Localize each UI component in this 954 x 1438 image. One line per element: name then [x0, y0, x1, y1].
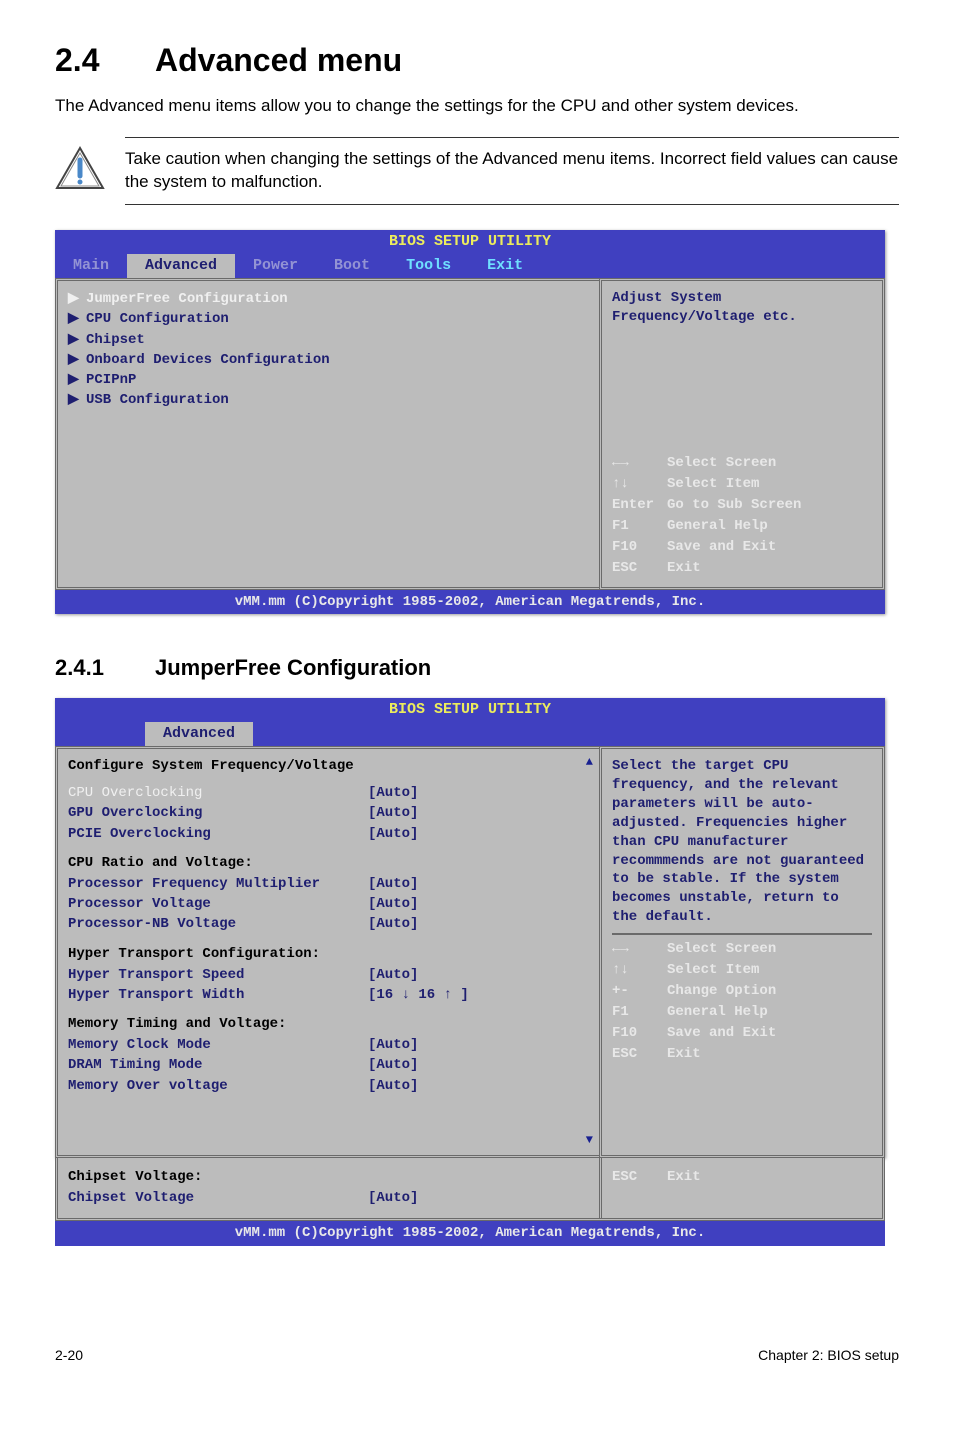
- key-legend: ←→Select Screen ↑↓Select Item +-Change O…: [612, 939, 872, 1065]
- bios-help-panel: Select the target CPU frequency, and the…: [599, 746, 885, 1158]
- chapter-label: Chapter 2: BIOS setup: [758, 1346, 899, 1364]
- scroll-down-icon[interactable]: ▼: [586, 1133, 593, 1149]
- bios-screen-advanced-menu: BIOS SETUP UTILITY Main Advanced Power B…: [55, 230, 885, 614]
- page-footer: 2-20 Chapter 2: BIOS setup: [55, 1346, 899, 1364]
- tab-exit[interactable]: Exit: [469, 254, 541, 279]
- tab-advanced[interactable]: Advanced: [145, 722, 253, 747]
- tab-advanced[interactable]: Advanced: [127, 254, 235, 279]
- caution-icon: [55, 146, 105, 191]
- cfg-chipset-voltage[interactable]: Chipset Voltage[Auto]: [68, 1188, 589, 1208]
- help-text: Select the target CPU frequency, and the…: [612, 757, 872, 935]
- group-memory: Memory Timing and Voltage:: [68, 1015, 589, 1035]
- bios-config-list: ▲ ▼ Configure System Frequency/Voltage C…: [55, 746, 599, 1158]
- cfg-proc-nb-voltage[interactable]: Processor-NB Voltage[Auto]: [68, 914, 589, 934]
- caution-note: Take caution when changing the settings …: [125, 137, 899, 205]
- cfg-ht-width[interactable]: Hyper Transport Width[16 ↓ 16 ↑ ]: [68, 985, 589, 1005]
- cfg-proc-freq-mult[interactable]: Processor Frequency Multiplier[Auto]: [68, 874, 589, 894]
- cfg-mem-clock[interactable]: Memory Clock Mode[Auto]: [68, 1035, 589, 1055]
- bios-help-panel: Adjust System Frequency/Voltage etc. ←→S…: [599, 278, 885, 590]
- overflow-key-hint: ESCExit: [599, 1158, 882, 1218]
- bios-tabs: Main Advanced Power Boot Tools Exit: [55, 254, 885, 279]
- cfg-gpu-overclocking[interactable]: GPU Overclocking[Auto]: [68, 803, 589, 823]
- cfg-ht-speed[interactable]: Hyper Transport Speed[Auto]: [68, 965, 589, 985]
- section-title-text: Advanced menu: [155, 42, 402, 78]
- bios-menu-list: ▶JumperFree Configuration ▶CPU Configura…: [55, 278, 599, 590]
- section-number: 2.4: [55, 40, 155, 82]
- menu-item-onboard[interactable]: ▶Onboard Devices Configuration: [68, 350, 589, 370]
- group-hypertransport: Hyper Transport Configuration:: [68, 945, 589, 965]
- section-heading: 2.4Advanced menu: [55, 40, 899, 82]
- intro-paragraph: The Advanced menu items allow you to cha…: [55, 94, 899, 118]
- tab-main[interactable]: Main: [55, 254, 127, 279]
- bios-title: BIOS SETUP UTILITY: [55, 230, 885, 254]
- menu-item-cpu-config[interactable]: ▶CPU Configuration: [68, 309, 589, 329]
- subsection-number: 2.4.1: [55, 654, 155, 683]
- bios-overflow-panel: Chipset Voltage: Chipset Voltage[Auto] E…: [55, 1158, 885, 1246]
- bios-title: BIOS SETUP UTILITY: [55, 698, 885, 722]
- key-legend: ←→Select Screen ↑↓Select Item EnterGo to…: [612, 453, 872, 579]
- group-cpu-ratio: CPU Ratio and Voltage:: [68, 854, 589, 874]
- menu-item-chipset[interactable]: ▶Chipset: [68, 330, 589, 350]
- cfg-mem-overvolt[interactable]: Memory Over voltage[Auto]: [68, 1076, 589, 1096]
- subsection-title-text: JumperFree Configuration: [155, 655, 431, 680]
- cfg-dram-timing[interactable]: DRAM Timing Mode[Auto]: [68, 1055, 589, 1075]
- tab-power[interactable]: Power: [235, 254, 316, 279]
- subsection-heading: 2.4.1JumperFree Configuration: [55, 654, 899, 683]
- tab-tools[interactable]: Tools: [388, 254, 469, 279]
- bios-screen-jumperfree: BIOS SETUP UTILITY Advanced ▲ ▼ Configur…: [55, 698, 885, 1158]
- bios-tabs: Advanced: [55, 722, 885, 747]
- cfg-pcie-overclocking[interactable]: PCIE Overclocking[Auto]: [68, 824, 589, 844]
- tab-boot[interactable]: Boot: [316, 254, 388, 279]
- config-header: Configure System Frequency/Voltage: [68, 757, 589, 777]
- bios-footer: vMM.mm (C)Copyright 1985-2002, American …: [55, 590, 885, 614]
- scroll-up-icon[interactable]: ▲: [586, 755, 593, 771]
- group-chipset-voltage: Chipset Voltage:: [68, 1168, 589, 1188]
- menu-item-pcipnp[interactable]: ▶PCIPnP: [68, 370, 589, 390]
- caution-text: Take caution when changing the settings …: [125, 148, 899, 194]
- menu-item-usb[interactable]: ▶USB Configuration: [68, 390, 589, 410]
- cfg-proc-voltage[interactable]: Processor Voltage[Auto]: [68, 894, 589, 914]
- bios-footer: vMM.mm (C)Copyright 1985-2002, American …: [55, 1221, 885, 1245]
- cfg-cpu-overclocking[interactable]: CPU Overclocking[Auto]: [68, 783, 589, 803]
- page-number: 2-20: [55, 1346, 83, 1364]
- menu-item-jumperfree[interactable]: ▶JumperFree Configuration: [68, 289, 589, 309]
